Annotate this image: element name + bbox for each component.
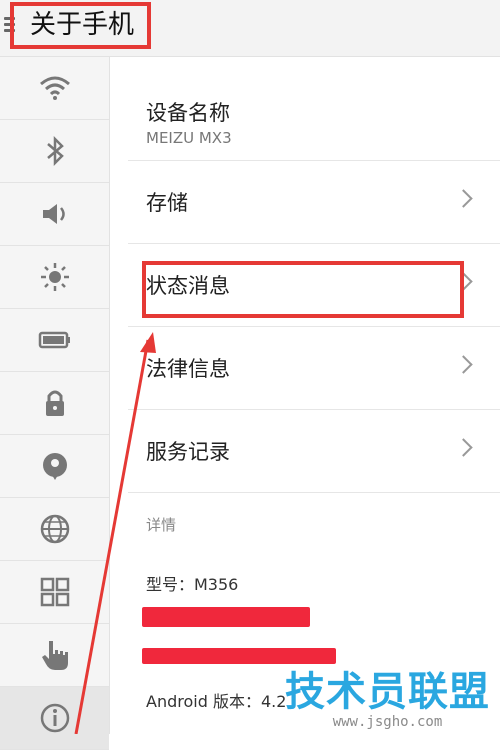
watermark-url: www.jsgho.com [332, 714, 443, 730]
watermark: 技术员联盟 www.jsgho.com [285, 670, 490, 730]
annotation-arrow [74, 332, 156, 734]
watermark-text: 技术员联盟 [285, 669, 490, 715]
